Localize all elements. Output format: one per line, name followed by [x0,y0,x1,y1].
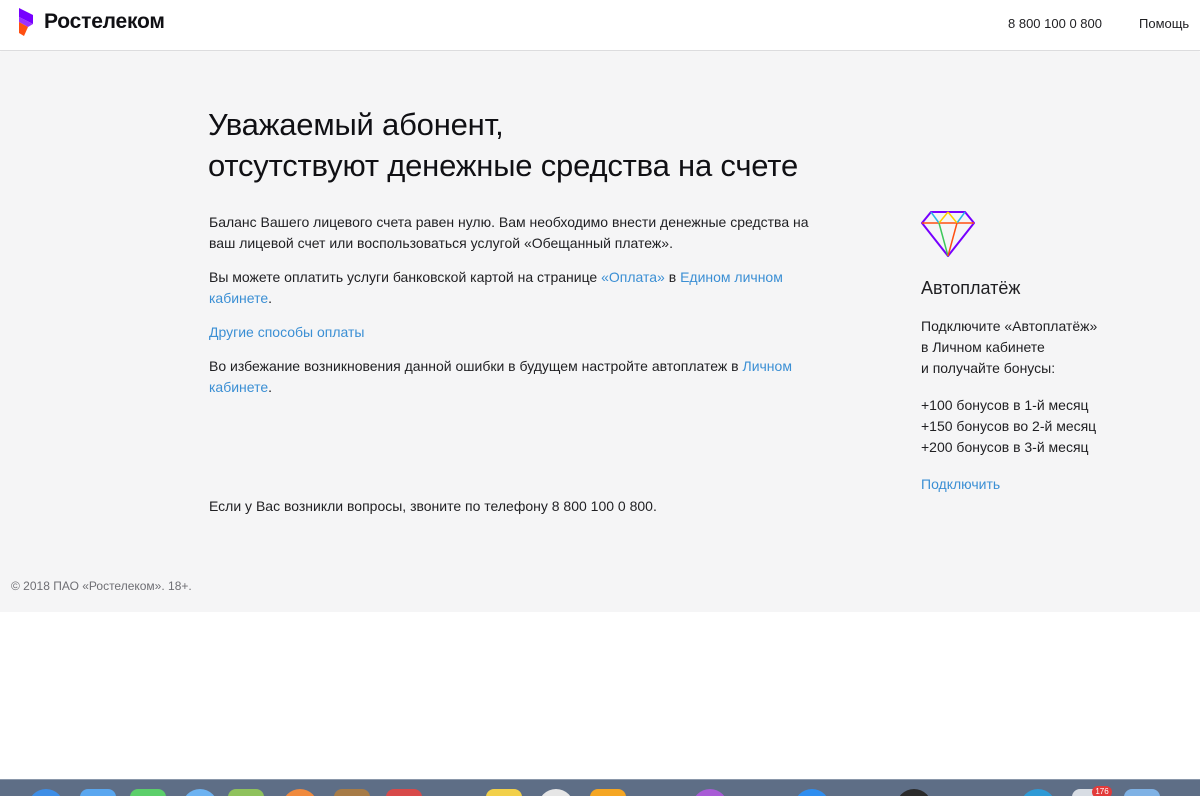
payment-page-link[interactable]: «Оплата» [601,269,665,285]
bonus-list: +100 бонусов в 1-й месяц +150 бонусов во… [921,395,1161,458]
autopay-description-line-3: и получайте бонусы: [921,360,1056,376]
calendar-icon[interactable] [386,789,422,796]
chrome-icon[interactable] [538,789,574,796]
autopay-description: Подключите «Автоплатёж» в Личном кабинет… [921,316,1161,379]
macos-dock: 176 [0,779,1200,796]
autopay-hint-paragraph: Во избежание возникновения данной ошибки… [209,356,819,398]
top-header: Ростелеком 8 800 100 0 800 Помощь [0,0,1200,51]
message-body: Баланс Вашего лицевого счета равен нулю.… [209,212,819,411]
header-phone-link[interactable]: 8 800 100 0 800 [1008,15,1102,33]
page-title-line-1: Уважаемый абонент, [208,107,504,142]
mail-icon[interactable] [80,789,116,796]
rostelecom-logo-icon [19,8,33,36]
brand-name: Ростелеком [44,10,165,33]
bonus-item-month-3: +200 бонусов в 3-й месяц [921,439,1089,455]
notes-icon[interactable] [486,789,522,796]
connect-autopay-link[interactable]: Подключить [921,474,1000,495]
app-store-icon[interactable] [794,789,830,796]
safari-icon[interactable] [182,789,218,796]
balance-paragraph: Баланс Вашего лицевого счета равен нулю.… [209,214,809,251]
folder-icon[interactable] [1124,789,1160,796]
autopay-description-line-1: Подключите «Автоплатёж» [921,318,1098,334]
notification-badge: 176 [1092,786,1112,796]
messages-icon[interactable] [130,789,166,796]
page-title-line-2: отсутствуют денежные средства на счете [208,148,798,183]
card-payment-paragraph: Вы можете оплатить услуги банковской кар… [209,267,819,309]
bonus-item-month-1: +100 бонусов в 1-й месяц [921,397,1089,413]
card-payment-text-2: в [664,269,681,285]
rostelecom-logo[interactable]: Ростелеком [16,6,165,38]
page-title: Уважаемый абонент, отсутствуют денежные … [208,104,888,186]
autopay-promo: Автоплатёж Подключите «Автоплатёж» в Лич… [921,210,1161,495]
other-payment-methods-link[interactable]: Другие способы оплаты [209,324,364,340]
activity-icon[interactable] [1020,789,1056,796]
autopay-hint-text: Во избежание возникновения данной ошибки… [209,358,743,374]
card-payment-text: Вы можете оплатить услуги банковской кар… [209,269,602,285]
autopay-description-line-2: в Личном кабинете [921,339,1045,355]
footer-copyright: © 2018 ПАО «Ростелеком». 18+. [11,579,192,593]
music-icon[interactable] [282,789,318,796]
card-payment-text-end: . [268,290,273,306]
terminal-icon[interactable] [896,789,932,796]
photos-icon[interactable] [228,789,264,796]
pencil-icon[interactable] [590,789,626,796]
main-content: Уважаемый абонент, отсутствуют денежные … [0,52,1200,612]
finder-icon[interactable] [28,789,64,796]
autopay-title: Автоплатёж [921,278,1021,298]
diamond-icon [921,211,975,257]
podcasts-icon[interactable] [692,789,728,796]
autopay-hint-text-end: . [268,379,273,395]
other-methods-paragraph: Другие способы оплаты [209,322,819,343]
help-link[interactable]: Помощь [1139,15,1189,33]
bonus-item-month-2: +150 бонусов во 2-й месяц [921,418,1097,434]
support-phone-text: Если у Вас возникли вопросы, звоните по … [209,498,657,514]
books-icon[interactable] [334,789,370,796]
